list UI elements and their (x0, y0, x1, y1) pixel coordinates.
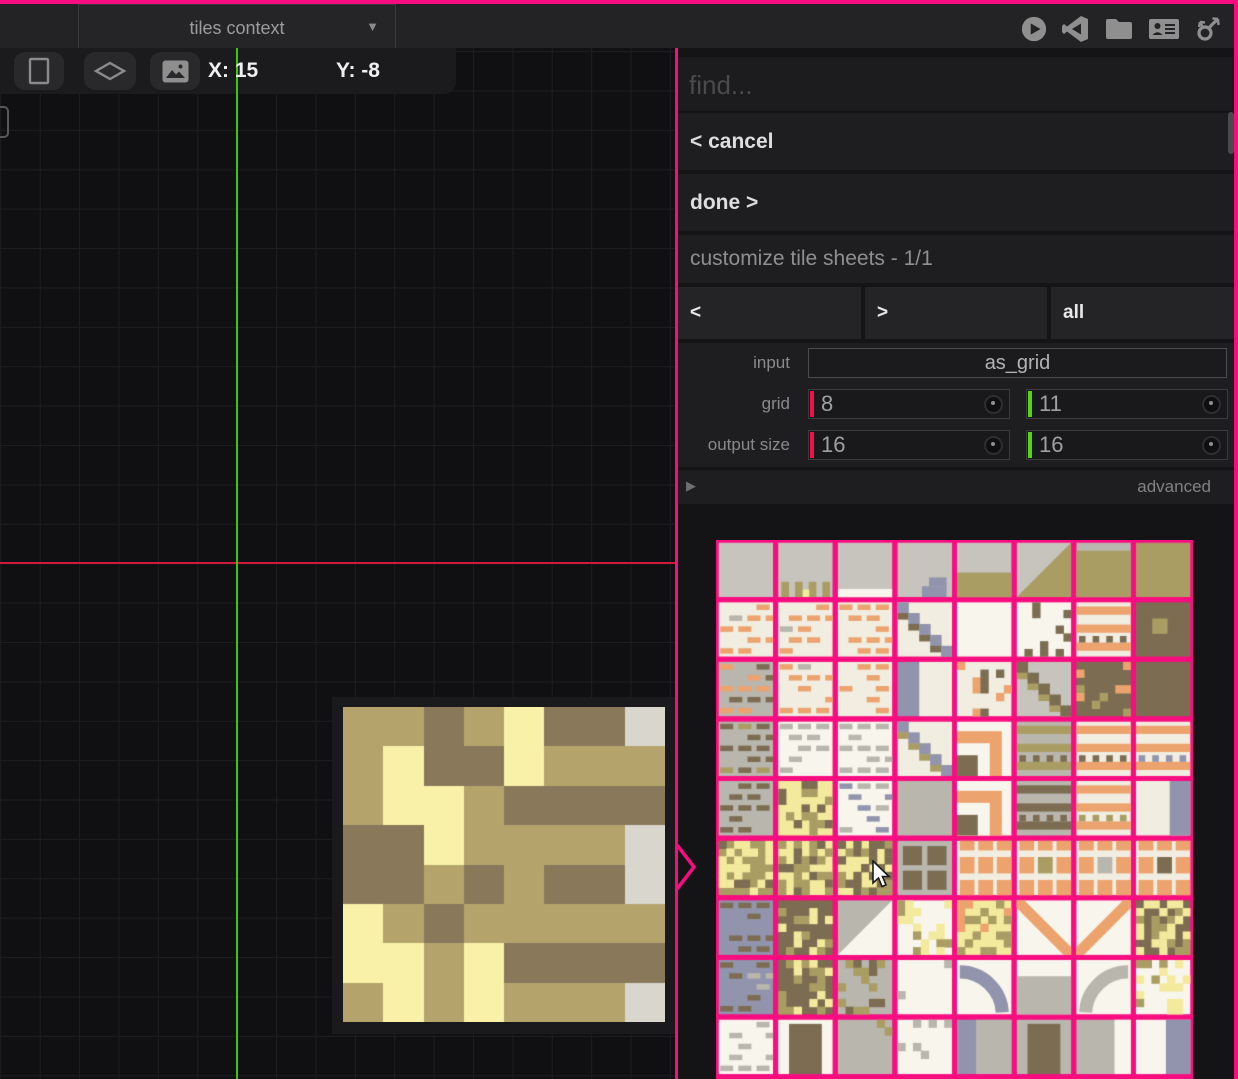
image-tool-button[interactable] (150, 52, 200, 90)
y-axis-line (236, 48, 238, 1079)
expand-triangle-icon[interactable]: ▶ (686, 478, 696, 494)
input-label: input (753, 353, 790, 372)
x-axis-line (0, 562, 676, 564)
vscode-icon[interactable] (1062, 15, 1090, 43)
advanced-label: advanced (1137, 477, 1211, 496)
tiles-panel: < cancel done > customize tile sheets - … (678, 48, 1238, 1079)
stepper-knob-icon[interactable] (1202, 394, 1221, 414)
fork-icon[interactable] (1194, 14, 1224, 44)
y-accent-bar (1028, 432, 1032, 458)
rectangle-icon (28, 57, 50, 85)
chevron-down-icon: ▼ (366, 19, 379, 34)
contact-card-icon[interactable] (1148, 15, 1180, 43)
x-accent-bar (810, 432, 814, 458)
output-size-label: output size (707, 435, 790, 454)
stepper-knob-icon[interactable] (984, 394, 1003, 414)
topbar-icon-group (1020, 12, 1224, 46)
output-x-field[interactable]: 16 (808, 430, 1010, 460)
mouse-cursor (872, 860, 891, 888)
cancel-label: < cancel (690, 129, 774, 153)
output-y-field[interactable]: 16 (1026, 430, 1228, 460)
folder-icon[interactable] (1104, 15, 1134, 43)
panel-divider[interactable] (675, 48, 678, 1079)
tilesheet-grid[interactable] (716, 540, 1193, 1079)
done-button[interactable]: done > (678, 174, 1234, 231)
app-window: tiles context ▼ X: 15 Y: -8 find... < ca… (0, 0, 1238, 1079)
grid-y-field[interactable]: 11 (1026, 389, 1228, 419)
select-rect-button[interactable] (14, 52, 64, 90)
partial-toolbar-button[interactable] (0, 106, 9, 138)
grid-label: grid (761, 394, 790, 413)
placed-tile-image (343, 707, 665, 1022)
cancel-button[interactable]: < cancel (678, 113, 1234, 170)
search-input[interactable] (678, 57, 1238, 113)
y-accent-bar (1028, 391, 1032, 417)
cursor-y-coordinate: Y: -8 (336, 59, 380, 82)
prev-sheet-button[interactable]: < (678, 287, 861, 339)
play-icon[interactable] (1020, 15, 1048, 43)
window-right-border (1234, 0, 1238, 1079)
stepper-knob-icon[interactable] (984, 435, 1003, 455)
grid-x-field[interactable]: 8 (808, 389, 1010, 419)
stepper-knob-icon[interactable] (1202, 435, 1221, 455)
find-box (678, 57, 1238, 113)
x-accent-bar (810, 391, 814, 417)
next-sheet-button[interactable]: > (865, 287, 1047, 339)
input-name-field[interactable]: as_grid (808, 348, 1227, 378)
context-dropdown-label: tiles context (189, 17, 285, 38)
map-canvas[interactable]: X: 15 Y: -8 (0, 48, 676, 1079)
done-label: done > (690, 190, 759, 214)
context-dropdown[interactable]: tiles context ▼ (78, 4, 396, 52)
image-icon (162, 60, 188, 82)
section-title: customize tile sheets - 1/1 (678, 235, 1234, 283)
diamond-icon (93, 61, 127, 81)
cursor-x-coordinate: X: 15 (208, 59, 259, 82)
panel-collapse-chevron-icon[interactable] (676, 844, 698, 890)
all-sheets-button[interactable]: all (1051, 287, 1234, 339)
diamond-tool-button[interactable] (84, 52, 136, 90)
top-bar: tiles context ▼ (0, 4, 1238, 52)
window-top-border (0, 0, 1238, 4)
